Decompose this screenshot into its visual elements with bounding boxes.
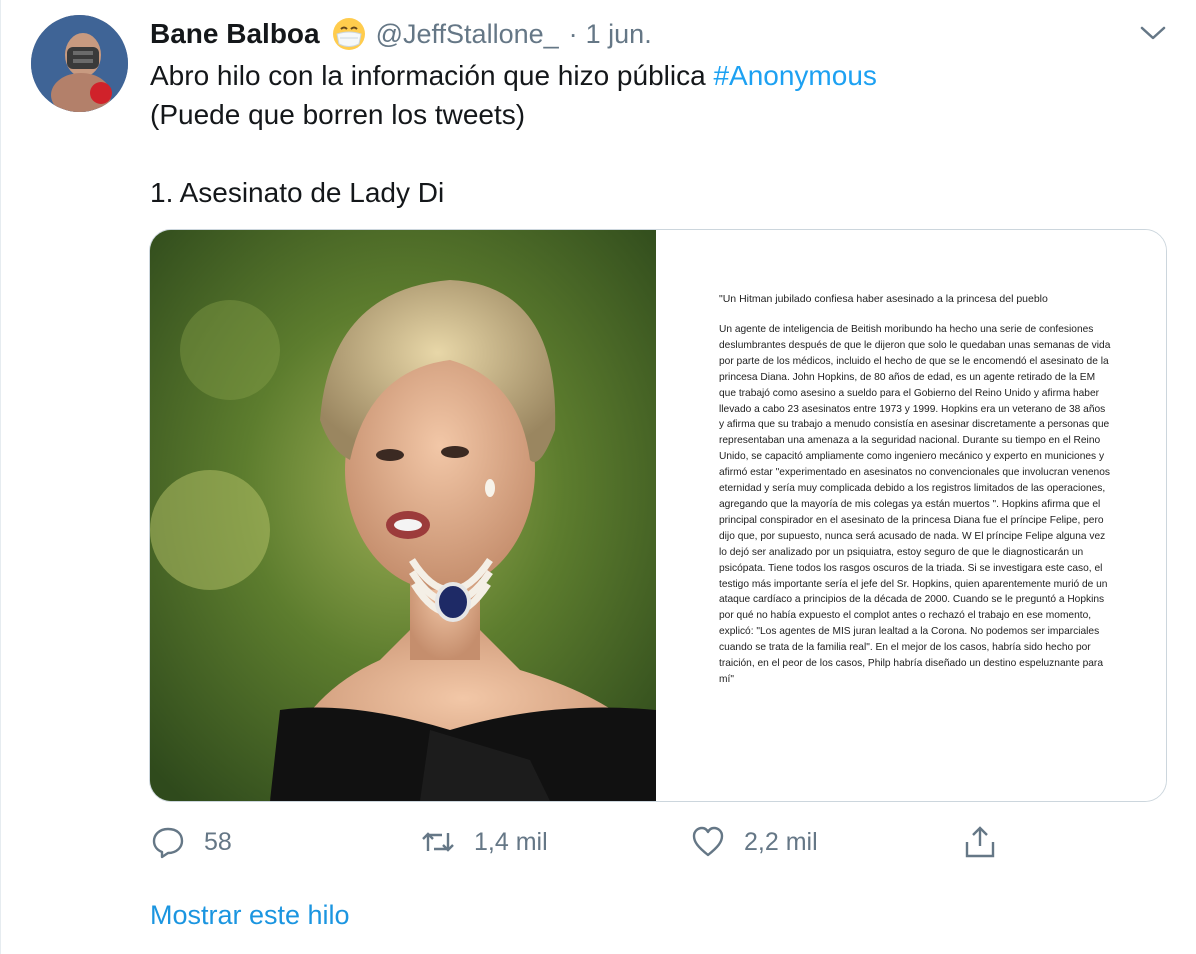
- mask-face-emoji-icon: [330, 15, 368, 53]
- retweet-count: 1,4 mil: [474, 827, 548, 856]
- tweet-timestamp[interactable]: 1 jun.: [586, 19, 652, 50]
- like-count: 2,2 mil: [744, 827, 818, 856]
- show-thread-link[interactable]: Mostrar este hilo: [150, 900, 350, 931]
- tweet-text: Abro hilo con la información que hizo pú…: [150, 56, 1150, 212]
- author-name[interactable]: Bane Balboa: [150, 18, 320, 50]
- tweet-text-line-2: (Puede que borren los tweets): [150, 99, 526, 130]
- article-screenshot[interactable]: "Un Hitman jubilado confiesa haber asesi…: [656, 230, 1166, 801]
- tweet-text-intro: Abro hilo con la información que hizo pú…: [150, 60, 706, 91]
- share-icon: [962, 824, 998, 860]
- heart-icon: [690, 824, 726, 860]
- left-border: [0, 0, 1, 954]
- chevron-down-icon[interactable]: [1138, 22, 1168, 44]
- portrait-photo-image: [150, 230, 656, 801]
- avatar[interactable]: [31, 15, 128, 112]
- retweet-icon: [420, 824, 456, 860]
- tweet-text-spacer: [150, 134, 1150, 173]
- reply-count: 58: [204, 827, 232, 856]
- like-button[interactable]: 2,2 mil: [690, 820, 818, 864]
- retweet-button[interactable]: 1,4 mil: [420, 820, 548, 864]
- avatar-image: [31, 15, 128, 112]
- media-container: "Un Hitman jubilado confiesa haber asesi…: [149, 229, 1167, 802]
- reply-icon: [150, 824, 186, 860]
- tweet-text-line-1: Abro hilo con la información que hizo pú…: [150, 56, 1150, 95]
- tweet-header: Bane Balboa @JeffStallone_ · 1 jun.: [150, 14, 652, 54]
- hashtag-link[interactable]: #Anonymous: [713, 60, 876, 91]
- article-title: "Un Hitman jubilado confiesa haber asesi…: [719, 293, 1048, 305]
- author-handle[interactable]: @JeffStallone_: [376, 19, 559, 50]
- tweet-actions: 58 1,4 mil 2,2 mil: [150, 820, 1010, 864]
- share-button[interactable]: [962, 820, 998, 864]
- tweet-text-line-3: 1. Asesinato de Lady Di: [150, 177, 445, 208]
- article-body: Un agente de inteligencia de Beitish mor…: [719, 324, 1111, 685]
- portrait-photo[interactable]: [150, 230, 656, 801]
- separator-dot: ·: [568, 18, 578, 49]
- reply-button[interactable]: 58: [150, 820, 232, 864]
